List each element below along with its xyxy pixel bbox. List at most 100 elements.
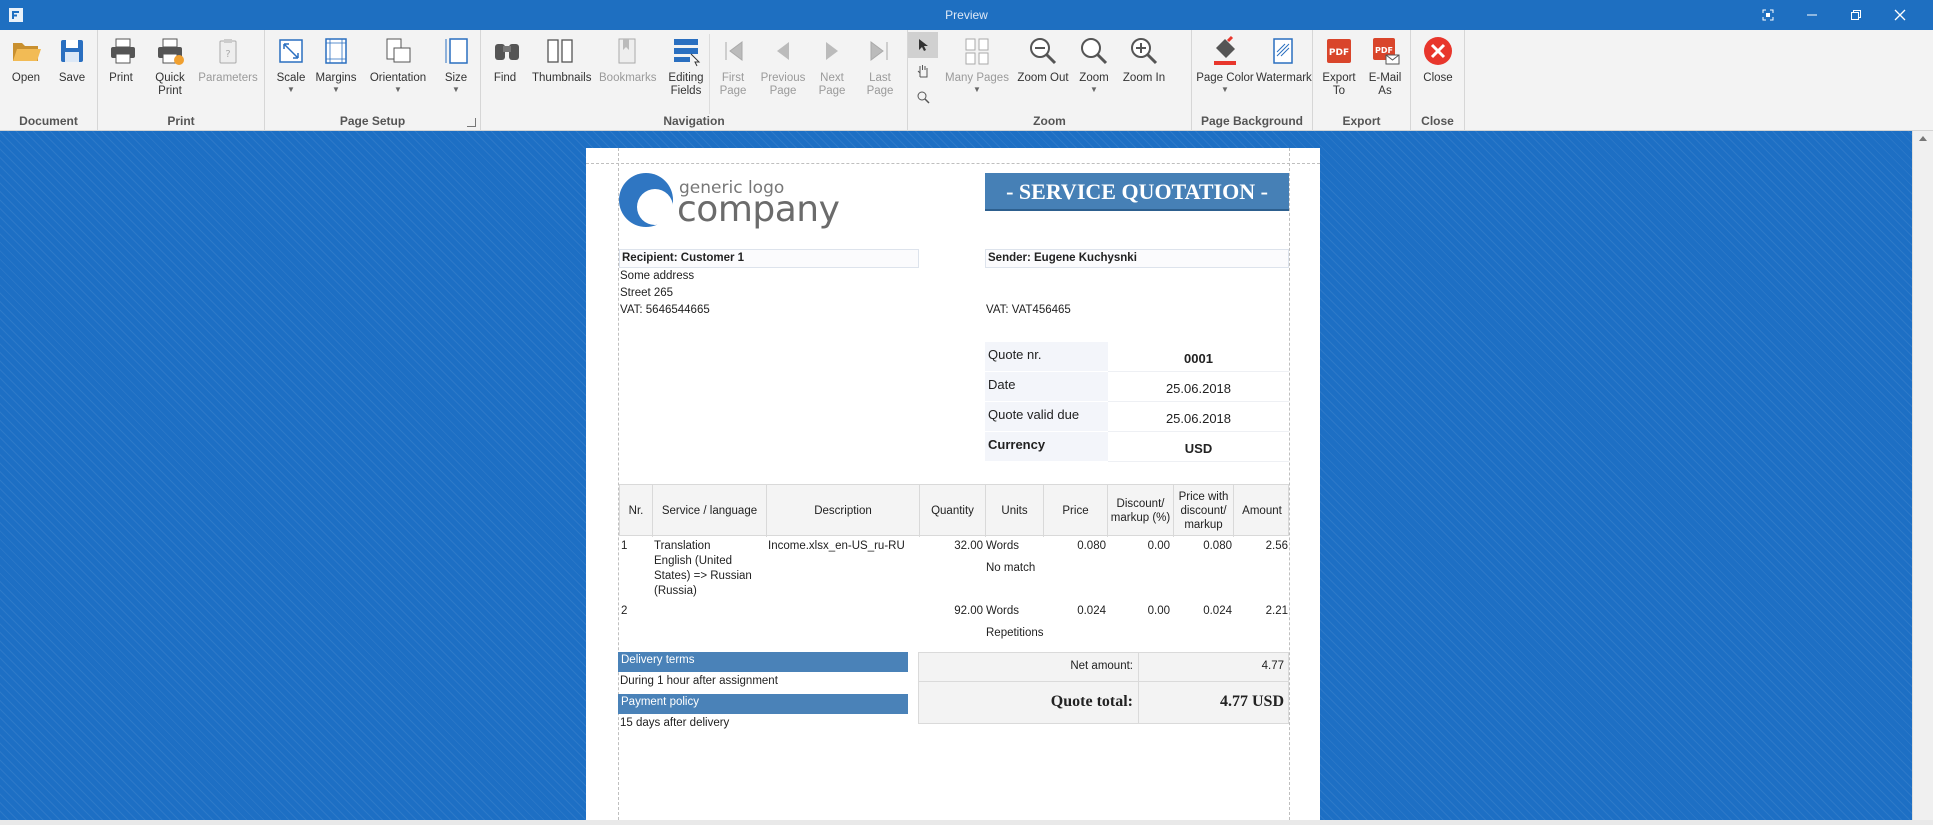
group-label-zoom: Zoom	[1033, 114, 1066, 128]
bookmarks-button[interactable]: Bookmarks	[599, 34, 657, 114]
scroll-up-arrow-icon[interactable]	[1919, 136, 1927, 141]
payment-policy-heading: Payment policy	[618, 694, 908, 714]
group-label-close: Close	[1421, 114, 1454, 128]
magnifier-tool[interactable]	[908, 84, 938, 110]
zoom-out-button[interactable]: Zoom Out	[1016, 34, 1070, 114]
orientation-button[interactable]: Orientation ▼	[369, 34, 427, 114]
net-amount-label: Net amount:	[1070, 660, 1133, 672]
row1-amount: 2.56	[1265, 540, 1288, 552]
col-header-quantity: Quantity	[920, 485, 986, 537]
quote-total-label: Quote total:	[1050, 693, 1133, 710]
svg-text:PDF: PDF	[1329, 48, 1349, 58]
group-label-export: Export	[1342, 114, 1381, 128]
group-page-background: Page Color ▼ Watermark Page Background	[1192, 30, 1313, 131]
editing-fields-button[interactable]: Editing Fields	[663, 34, 709, 114]
chevron-down-icon: ▼	[973, 85, 981, 94]
separator	[709, 34, 710, 114]
thumbnails-button[interactable]: Thumbnails	[532, 34, 591, 114]
open-button[interactable]: Open	[8, 34, 44, 114]
quick-print-button[interactable]: Quick Print	[150, 34, 190, 114]
window-close-button[interactable]	[1878, 0, 1922, 30]
fullscreen-button[interactable]	[1746, 0, 1790, 30]
export-to-button[interactable]: PDF Export To	[1319, 34, 1359, 114]
row2-price-with-discount: 0.024	[1203, 605, 1232, 617]
save-button[interactable]: Save	[54, 34, 90, 114]
margins-button[interactable]: Margins ▼	[314, 34, 358, 114]
col-header-description: Description	[767, 485, 920, 537]
chevron-down-icon: ▼	[394, 85, 402, 94]
zoom-in-button[interactable]: Zoom In	[1121, 34, 1167, 114]
group-document: Open Save Document	[0, 30, 98, 131]
group-page-setup: Scale ▼ Margins ▼ Orientation ▼ Size ▼ P…	[265, 30, 481, 131]
row2-amount: 2.21	[1265, 605, 1288, 617]
next-page-icon	[826, 42, 838, 60]
quote-nr-label: Quote nr.	[985, 342, 1108, 372]
group-label-page-setup: Page Setup	[339, 114, 406, 128]
paint-bucket-icon	[1214, 35, 1236, 65]
minimize-icon	[1807, 14, 1817, 16]
row2-discount: 0.00	[1147, 605, 1170, 617]
hand-tool[interactable]	[908, 58, 938, 84]
magnifier-icon	[917, 91, 930, 104]
quotation-title: - SERVICE QUOTATION -	[985, 173, 1289, 211]
col-header-service: Service / language	[653, 485, 767, 537]
zoom-out-icon	[1030, 38, 1057, 65]
group-navigation: Find Thumbnails Bookmarks Editing Fields…	[481, 30, 908, 131]
recipient-heading: Recipient: Customer 1	[619, 249, 919, 268]
sender-vat: VAT: VAT456465	[986, 304, 1071, 316]
group-zoom: Many Pages ▼ Zoom Out Zoom ▼ Zoom In Zoo…	[908, 30, 1192, 131]
first-page-button[interactable]: First Page	[715, 34, 751, 114]
pdf-email-icon: PDF	[1373, 38, 1400, 65]
next-page-button[interactable]: Next Page	[814, 34, 850, 114]
delivery-terms-value: During 1 hour after assignment	[620, 675, 778, 687]
date-value: 25.06.2018	[1108, 372, 1289, 402]
group-label-navigation: Navigation	[663, 114, 725, 128]
bookmark-icon	[618, 38, 636, 64]
margin-guide-top	[586, 163, 1320, 164]
net-amount-value: 4.77	[1261, 660, 1284, 672]
watermark-button[interactable]: Watermark	[1256, 34, 1312, 114]
close-preview-button[interactable]: Close	[1419, 34, 1457, 114]
clipboard-icon: ?	[219, 39, 237, 64]
minimize-button[interactable]	[1790, 0, 1834, 30]
date-label: Date	[985, 372, 1108, 402]
zoom-icon	[1081, 38, 1108, 65]
print-button[interactable]: Print	[106, 34, 136, 114]
sender-heading: Sender: Eugene Kuchysnki	[985, 249, 1289, 268]
restore-button[interactable]	[1834, 0, 1878, 30]
window-title: Preview	[945, 8, 988, 22]
row1-nr: 1	[621, 540, 628, 552]
recipient-address-2: Street 265	[620, 287, 674, 299]
scale-button[interactable]: Scale ▼	[273, 34, 309, 114]
page-color-button[interactable]: Page Color ▼	[1196, 34, 1254, 114]
find-button[interactable]: Find	[490, 34, 520, 114]
parameters-button[interactable]: ? Parameters	[198, 34, 258, 114]
window-bottom-edge	[0, 820, 1933, 825]
zoom-button[interactable]: Zoom ▼	[1076, 34, 1112, 114]
row1-discount: 0.00	[1147, 540, 1170, 552]
pointer-tool[interactable]	[908, 32, 938, 58]
totals-divider	[1138, 653, 1139, 723]
col-header-amount: Amount	[1242, 505, 1282, 517]
folder-open-icon	[13, 43, 41, 61]
row2-quantity: 92.00	[954, 605, 983, 617]
hand-icon	[917, 65, 928, 78]
row2-price: 0.024	[1077, 605, 1106, 617]
vertical-scrollbar[interactable]	[1912, 131, 1933, 820]
col-header-discount: Discount/ markup (%)	[1108, 485, 1174, 537]
window-close-icon	[1894, 9, 1906, 21]
pdf-export-icon: PDF	[1327, 39, 1351, 63]
totals-box: Net amount: 4.77 Quote total: 4.77 USD	[918, 652, 1289, 724]
last-page-button[interactable]: Last Page	[862, 34, 898, 114]
row1-description: Income.xlsx_en-US_ru-RU	[768, 540, 905, 552]
email-as-button[interactable]: PDF E-Mail As	[1365, 34, 1405, 114]
quote-nr-value: 0001	[1108, 342, 1289, 372]
payment-policy-value: 15 days after delivery	[620, 717, 730, 729]
col-header-nr: Nr.	[620, 485, 653, 537]
last-page-icon	[870, 41, 888, 61]
row1-price: 0.080	[1077, 540, 1106, 552]
previous-page-button[interactable]: Previous Page	[760, 34, 806, 114]
currency-label: Currency	[985, 432, 1108, 462]
many-pages-button[interactable]: Many Pages ▼	[944, 34, 1010, 114]
size-button[interactable]: Size ▼	[440, 34, 472, 114]
